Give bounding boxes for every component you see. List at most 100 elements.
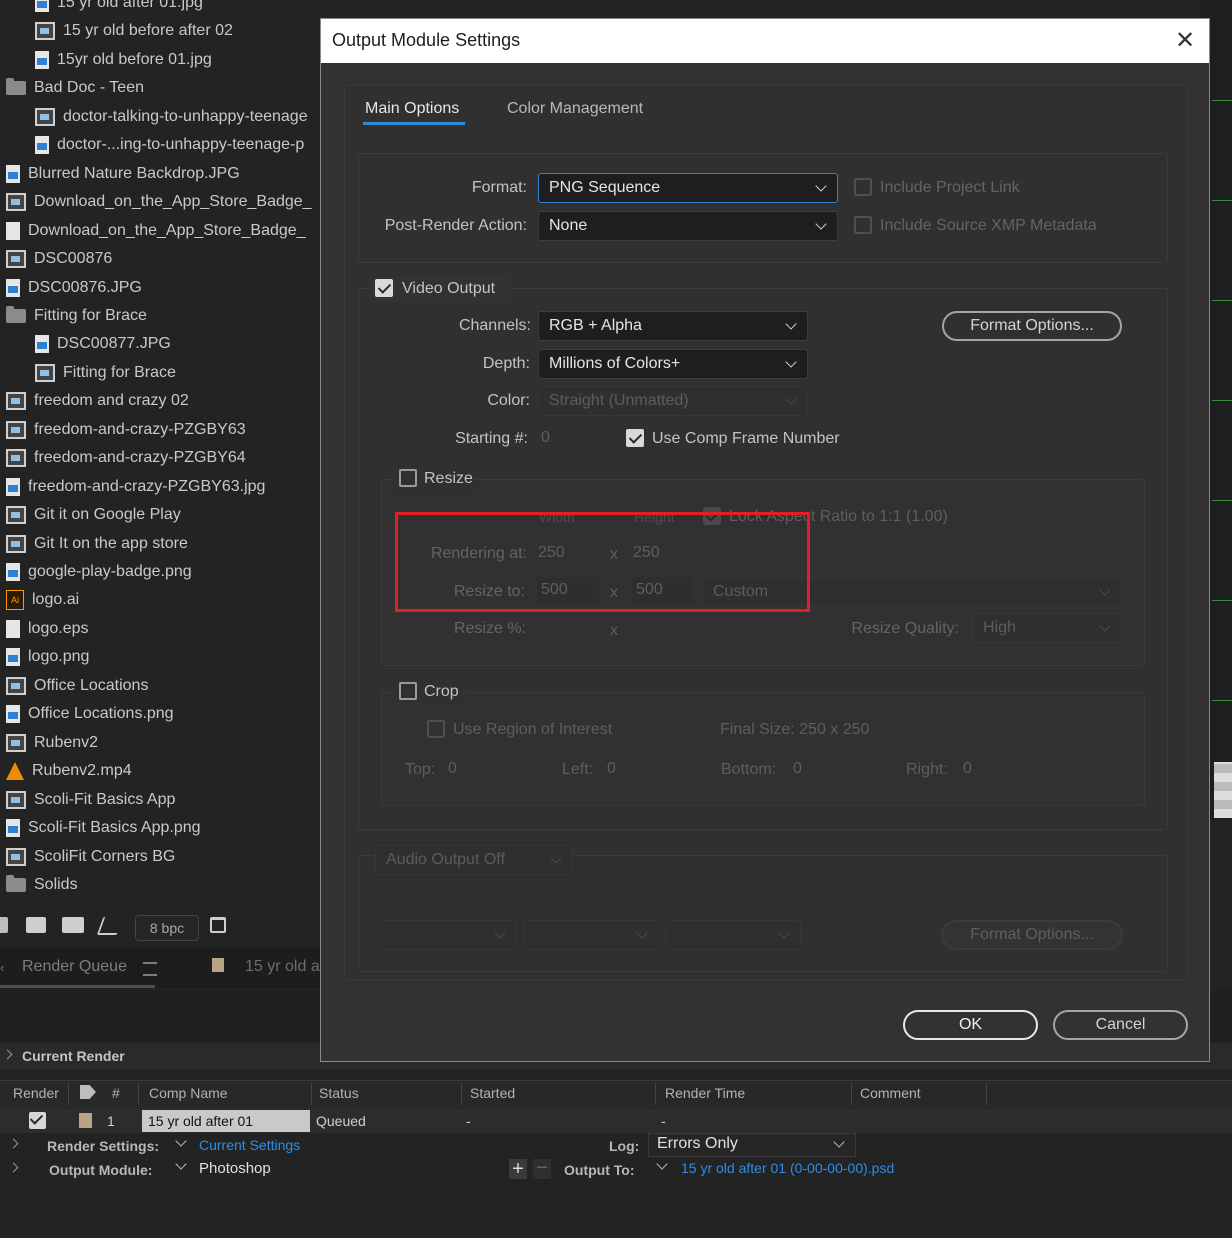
project-settings-icon[interactable] [96, 917, 124, 935]
output-to-dropdown-icon[interactable] [656, 1158, 668, 1170]
project-item[interactable]: DSC00876 [6, 245, 320, 273]
crop-checkbox[interactable] [399, 682, 417, 700]
project-item[interactable]: doctor-...ing-to-unhappy-teenage-p [35, 131, 320, 159]
project-item[interactable]: freedom-and-crazy-PZGBY63 [6, 416, 320, 444]
tab-scroll-left-icon[interactable]: ‹ [0, 960, 4, 975]
ai-icon: Ai [6, 590, 24, 610]
project-item[interactable]: Download_on_the_App_Store_Badge_ [6, 217, 320, 245]
project-item[interactable]: Fitting for Brace [6, 302, 320, 330]
render-settings-link[interactable]: Current Settings [199, 1137, 300, 1153]
channels-dropdown[interactable]: RGB + Alpha [538, 311, 808, 341]
render-checkbox[interactable] [29, 1112, 46, 1129]
audio-sample-rate-dropdown[interactable] [381, 920, 517, 950]
starting-number-value[interactable]: 0 [541, 429, 550, 447]
tab-main-options[interactable]: Main Options [365, 100, 459, 118]
trash-icon[interactable] [210, 917, 226, 933]
project-item[interactable]: 15 yr old before after 02 [35, 17, 320, 45]
new-comp-icon[interactable] [62, 917, 84, 933]
post-render-dropdown[interactable]: None [538, 211, 838, 241]
tab-menu-icon[interactable] [143, 962, 157, 976]
project-item[interactable]: DSC00877.JPG [35, 330, 320, 358]
audio-output-dropdown[interactable]: Audio Output Off [375, 845, 573, 875]
output-module-dropdown-icon[interactable] [175, 1158, 187, 1170]
col-number[interactable]: # [112, 1085, 120, 1101]
row-label-swatch[interactable] [79, 1113, 92, 1128]
project-item[interactable]: Fitting for Brace [35, 359, 320, 387]
project-item[interactable]: Rubenv2.mp4 [6, 757, 320, 785]
crop-bottom-value[interactable]: 0 [793, 760, 802, 778]
project-item-label: logo.ai [32, 591, 80, 608]
remove-output-module-icon[interactable]: − [533, 1158, 551, 1179]
active-tab-underline [0, 985, 155, 988]
format-options-button[interactable]: Format Options... [942, 311, 1122, 341]
cancel-button[interactable]: Cancel [1053, 1010, 1188, 1040]
crop-label: Crop [424, 683, 459, 700]
project-item[interactable]: Download_on_the_App_Store_Badge_ [6, 188, 320, 216]
project-item[interactable]: Git it on Google Play [6, 501, 320, 529]
project-item[interactable]: 15 yr old after 01.jpg [35, 0, 320, 17]
project-item-label: 15 yr old after 01.jpg [57, 0, 203, 11]
audio-format-options-button[interactable]: Format Options... [941, 920, 1123, 950]
include-xmp-checkbox[interactable] [854, 216, 872, 234]
col-comment[interactable]: Comment [860, 1085, 921, 1101]
col-started[interactable]: Started [470, 1085, 515, 1101]
project-item[interactable]: Solids [6, 871, 320, 899]
audio-bit-depth-dropdown[interactable] [523, 920, 659, 950]
log-dropdown[interactable]: Errors Only [648, 1133, 856, 1157]
close-icon[interactable]: ✕ [1174, 29, 1196, 53]
project-item[interactable]: doctor-talking-to-unhappy-teenage [35, 103, 320, 131]
video-output-checkbox[interactable] [375, 279, 393, 297]
crop-left-value[interactable]: 0 [607, 760, 616, 778]
format-dropdown[interactable]: PNG Sequence [538, 173, 838, 203]
project-item[interactable]: freedom and crazy 02 [6, 387, 320, 415]
project-item-label: Scoli-Fit Basics App [34, 791, 176, 808]
expand-output-module-icon[interactable] [8, 1162, 19, 1173]
include-project-link-checkbox[interactable] [854, 178, 872, 196]
depth-dropdown[interactable]: Millions of Colors+ [538, 349, 808, 379]
project-item[interactable]: Office Locations.png [6, 700, 320, 728]
project-item[interactable]: Bad Doc - Teen [6, 74, 320, 102]
use-roi-checkbox[interactable] [427, 720, 445, 738]
crop-top-value[interactable]: 0 [448, 760, 457, 778]
bit-depth-button[interactable]: 8 bpc [135, 915, 199, 941]
output-to-link[interactable]: 15 yr old after 01 (0-00-00-00).psd [681, 1160, 894, 1176]
project-item[interactable]: Scoli-Fit Basics App.png [6, 814, 320, 842]
row-comp-name[interactable]: 15 yr old after 01 [142, 1110, 310, 1132]
project-item[interactable]: Git It on the app store [6, 530, 320, 558]
project-item[interactable]: freedom-and-crazy-PZGBY64 [6, 444, 320, 472]
col-comp-name[interactable]: Comp Name [149, 1085, 228, 1101]
output-module-value[interactable]: Photoshop [199, 1160, 271, 1177]
project-item[interactable]: google-play-badge.png [6, 558, 320, 586]
project-item[interactable]: 15yr old before 01.jpg [35, 46, 320, 74]
col-status[interactable]: Status [319, 1085, 359, 1101]
resize-checkbox[interactable] [399, 469, 417, 487]
project-item[interactable]: Rubenv2 [6, 729, 320, 757]
col-render[interactable]: Render [13, 1085, 59, 1101]
project-item[interactable]: Office Locations [6, 672, 320, 700]
tab-color-management[interactable]: Color Management [507, 100, 643, 118]
col-render-time[interactable]: Render Time [665, 1085, 745, 1101]
project-item[interactable]: logo.eps [6, 615, 320, 643]
project-item[interactable]: freedom-and-crazy-PZGBY63.jpg [6, 473, 320, 501]
use-comp-frame-checkbox[interactable] [626, 429, 644, 447]
interpret-footage-icon[interactable] [0, 917, 8, 933]
audio-channels-dropdown[interactable] [665, 920, 801, 950]
resize-quality-dropdown[interactable]: High [972, 613, 1122, 643]
project-item[interactable]: DSC00876.JPG [6, 274, 320, 302]
project-item[interactable]: logo.png [6, 643, 320, 671]
tab-composition[interactable]: 15 yr old a [245, 958, 320, 976]
ok-button[interactable]: OK [903, 1010, 1038, 1040]
expand-render-settings-icon[interactable] [8, 1138, 19, 1149]
comp-icon [6, 421, 26, 439]
color-dropdown[interactable]: Straight (Unmatted) [538, 386, 808, 416]
crop-right-value[interactable]: 0 [963, 760, 972, 778]
project-item[interactable]: Scoli-Fit Basics App [6, 786, 320, 814]
render-settings-dropdown-icon[interactable] [175, 1135, 187, 1147]
add-output-module-icon[interactable]: + [509, 1159, 527, 1179]
image-icon [6, 819, 20, 837]
tab-render-queue[interactable]: Render Queue [22, 958, 127, 976]
new-folder-icon[interactable] [26, 917, 46, 933]
project-item[interactable]: ScoliFit Corners BG [6, 843, 320, 871]
project-item[interactable]: Blurred Nature Backdrop.JPG [6, 160, 320, 188]
project-item[interactable]: Ai logo.ai [6, 586, 320, 614]
